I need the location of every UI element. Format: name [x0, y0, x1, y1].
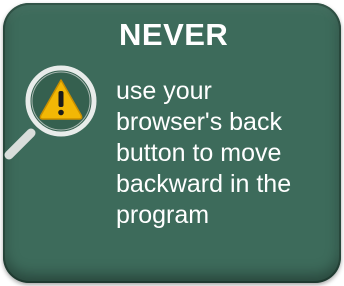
- warning-heading: NEVER: [119, 17, 229, 52]
- message-line: backward in the: [116, 170, 292, 198]
- warning-message: use your browser's back button to move b…: [116, 76, 336, 231]
- message-line: use your: [116, 77, 212, 105]
- warning-card: NEVER use your browser's back button to …: [3, 3, 341, 283]
- message-line: browser's back: [116, 108, 282, 136]
- message-line: button to move: [116, 139, 282, 167]
- warning-magnifier-icon: [3, 63, 113, 173]
- message-line: program: [116, 201, 210, 229]
